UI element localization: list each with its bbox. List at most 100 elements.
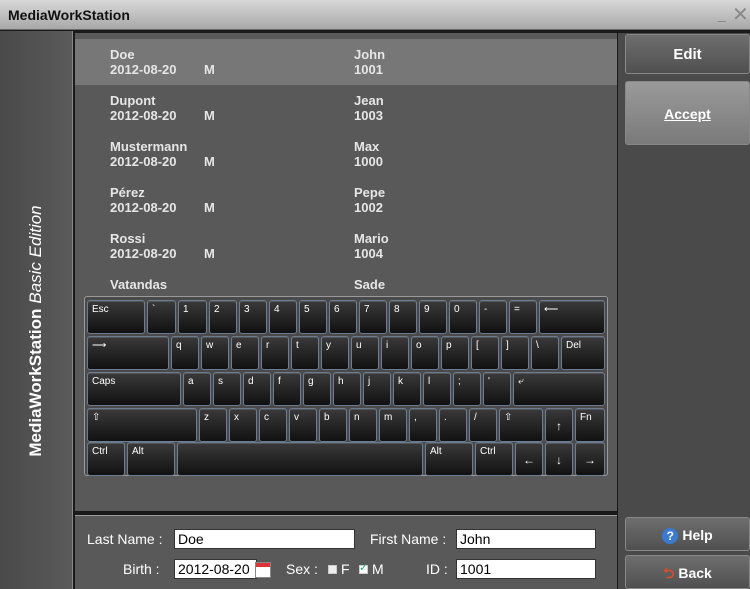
key-backslash[interactable]: \ — [531, 336, 559, 370]
key-y[interactable]: y — [321, 336, 349, 370]
key-f[interactable]: f — [273, 372, 301, 406]
list-item[interactable]: Mustermann 2012-08-20 M Max 1000 — [75, 131, 617, 177]
minimize-button[interactable]: _ — [718, 6, 726, 22]
id-field[interactable]: 1001 — [456, 559, 596, 579]
key-right-alt[interactable]: Alt — [425, 442, 473, 476]
calendar-icon[interactable] — [255, 562, 271, 578]
accept-button[interactable]: Accept — [625, 81, 750, 145]
first-name: Mario — [354, 231, 389, 246]
key-caps-lock[interactable]: Caps — [87, 372, 181, 406]
record-form: Last Name : Doe First Name : John Birth … — [75, 515, 617, 589]
key-right-ctrl[interactable]: Ctrl — [475, 442, 513, 476]
key-left-alt[interactable]: Alt — [127, 442, 175, 476]
key-quote[interactable]: ' — [483, 372, 511, 406]
key-0[interactable]: 0 — [449, 300, 477, 334]
key-space[interactable] — [177, 442, 423, 476]
birth-field[interactable]: 2012-08-20 — [174, 559, 257, 579]
key-enter[interactable]: ⤶ — [513, 372, 605, 406]
brand-label: MediaWorkStation Basic Edition — [26, 205, 46, 456]
key-k[interactable]: k — [393, 372, 421, 406]
key-p[interactable]: p — [441, 336, 469, 370]
key-arrow-left[interactable]: ← — [515, 442, 543, 476]
key-6[interactable]: 6 — [329, 300, 357, 334]
key-h[interactable]: h — [333, 372, 361, 406]
help-label: Help — [682, 527, 713, 543]
key-4[interactable]: 4 — [269, 300, 297, 334]
key-semicolon[interactable]: ; — [453, 372, 481, 406]
sex-m-checkbox[interactable] — [359, 561, 368, 574]
last-name: Pérez — [110, 185, 145, 200]
first-name: Pepe — [354, 185, 386, 200]
key-right-shift[interactable]: ⇧ — [499, 408, 543, 442]
first-name-field[interactable]: John — [456, 529, 596, 549]
key-5[interactable]: 5 — [299, 300, 327, 334]
birth-date: 2012-08-20 — [110, 62, 177, 77]
close-button[interactable]: ✕ — [732, 2, 749, 27]
key-backspace[interactable]: ⟵ — [539, 300, 605, 334]
key-tab[interactable]: ⟶ — [87, 336, 169, 370]
key-esc[interactable]: Esc — [87, 300, 145, 334]
first-name: Sade — [354, 277, 386, 292]
key-n[interactable]: n — [349, 408, 377, 442]
key-w[interactable]: w — [201, 336, 229, 370]
key-2[interactable]: 2 — [209, 300, 237, 334]
key-equals[interactable]: = — [509, 300, 537, 334]
key-d[interactable]: d — [243, 372, 271, 406]
key-left-ctrl[interactable]: Ctrl — [87, 442, 125, 476]
key-q[interactable]: q — [171, 336, 199, 370]
back-button[interactable]: ⮌ Back — [625, 555, 750, 589]
last-name-field[interactable]: Doe — [174, 529, 355, 549]
edit-button[interactable]: Edit — [625, 34, 750, 74]
key-backtick[interactable]: ` — [147, 300, 176, 334]
key-9[interactable]: 9 — [419, 300, 447, 334]
list-item[interactable]: Pérez 2012-08-20 M Pepe 1002 — [75, 177, 617, 223]
key-t[interactable]: t — [291, 336, 319, 370]
birth-date: 2012-08-20 — [110, 108, 177, 123]
key-comma[interactable]: , — [409, 408, 437, 442]
list-item[interactable]: Dupont 2012-08-20 M Jean 1003 — [75, 85, 617, 131]
key-b[interactable]: b — [319, 408, 347, 442]
title-bar: MediaWorkStation _ ✕ — [0, 0, 750, 30]
key-e[interactable]: e — [231, 336, 259, 370]
key-7[interactable]: 7 — [359, 300, 387, 334]
key-g[interactable]: g — [303, 372, 331, 406]
key-l[interactable]: l — [423, 372, 451, 406]
key-m[interactable]: m — [379, 408, 407, 442]
list-item[interactable]: Rossi 2012-08-20 M Mario 1004 — [75, 223, 617, 269]
key-fn[interactable]: Fn — [575, 408, 605, 442]
key-a[interactable]: a — [183, 372, 211, 406]
key-left-shift[interactable]: ⇧ — [87, 408, 197, 442]
sex-m-label: M — [372, 561, 384, 577]
list-item[interactable]: Doe 2012-08-20 M John 1001 — [75, 39, 617, 85]
key-arrow-right[interactable]: → — [575, 442, 605, 476]
key-z[interactable]: z — [199, 408, 227, 442]
key-left-bracket[interactable]: [ — [471, 336, 499, 370]
key-j[interactable]: j — [363, 372, 391, 406]
key-3[interactable]: 3 — [239, 300, 267, 334]
key-v[interactable]: v — [289, 408, 317, 442]
key-1[interactable]: 1 — [178, 300, 207, 334]
key-8[interactable]: 8 — [389, 300, 417, 334]
key-c[interactable]: c — [259, 408, 287, 442]
key-o[interactable]: o — [411, 336, 439, 370]
key-i[interactable]: i — [381, 336, 409, 370]
first-name-label: First Name : — [370, 531, 447, 547]
key-delete[interactable]: Del — [561, 336, 605, 370]
key-arrow-up[interactable]: ↑ — [545, 408, 573, 442]
key-period[interactable]: . — [439, 408, 467, 442]
last-name: Doe — [110, 47, 135, 62]
sex: M — [204, 246, 215, 261]
key-r[interactable]: r — [261, 336, 289, 370]
key-x[interactable]: x — [229, 408, 257, 442]
actions-pane: Edit Accept ? Help ⮌ Back — [618, 33, 750, 589]
key-minus[interactable]: - — [479, 300, 507, 334]
key-right-bracket[interactable]: ] — [501, 336, 529, 370]
help-button[interactable]: ? Help — [625, 517, 750, 551]
key-slash[interactable]: / — [469, 408, 497, 442]
sex: M — [204, 108, 215, 123]
record-id: 1000 — [354, 154, 383, 169]
sex-f-checkbox[interactable] — [328, 565, 337, 574]
key-u[interactable]: u — [351, 336, 379, 370]
key-s[interactable]: s — [213, 372, 241, 406]
key-arrow-down[interactable]: ↓ — [545, 442, 573, 476]
